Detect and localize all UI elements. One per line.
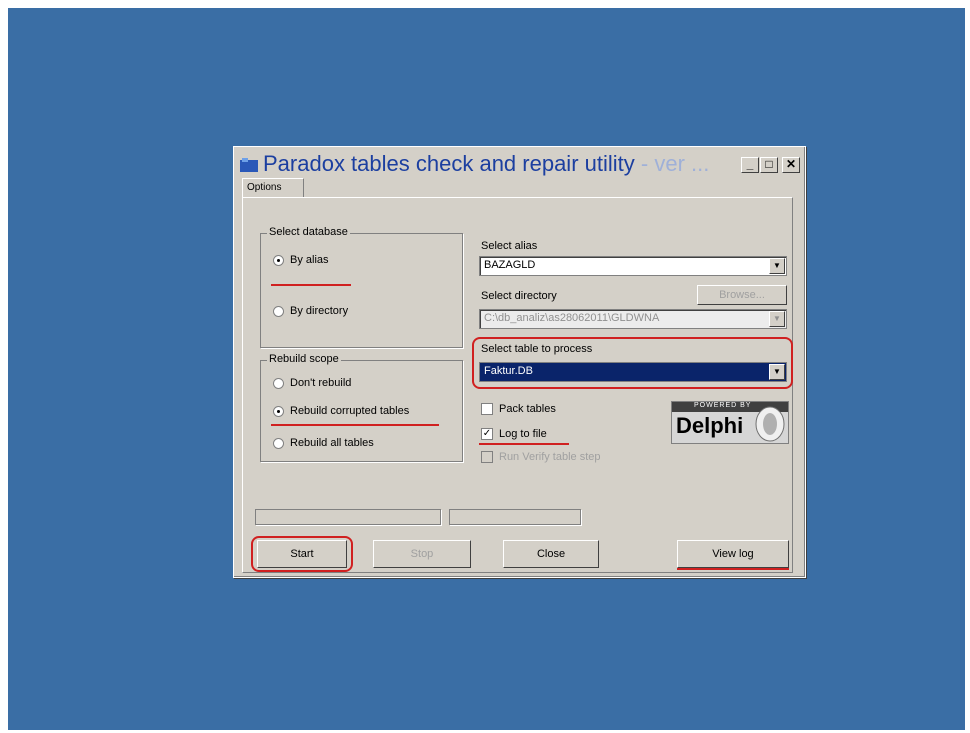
run-verify-label: Run Verify table step bbox=[499, 451, 601, 463]
chevron-down-icon[interactable]: ▼ bbox=[769, 258, 785, 274]
browse-button[interactable]: Browse... bbox=[697, 285, 787, 305]
chevron-down-icon[interactable]: ▼ bbox=[769, 311, 785, 327]
radio-off-icon bbox=[273, 377, 284, 389]
directory-combo[interactable]: C:\db_analiz\as28062011\GLDWNA ▼ bbox=[479, 309, 787, 329]
pack-tables-label: Pack tables bbox=[499, 403, 556, 415]
view-log-button[interactable]: View log bbox=[677, 540, 789, 568]
rebuild-scope-group: Rebuild scope Don't rebuild Rebuild corr… bbox=[260, 353, 463, 462]
tab-options[interactable]: Options bbox=[242, 178, 304, 198]
minimize-button[interactable]: _ bbox=[741, 157, 759, 173]
annotation-underline-alias bbox=[271, 284, 351, 286]
log-to-file-checkbox[interactable]: ✓ Log to file bbox=[481, 428, 547, 440]
close-button[interactable]: Close bbox=[503, 540, 599, 568]
title-bar: Paradox tables check and repair utility … bbox=[237, 150, 802, 180]
pack-tables-checkbox[interactable]: Pack tables bbox=[481, 403, 556, 415]
alias-combo[interactable]: BAZAGLD ▼ bbox=[479, 256, 787, 276]
select-directory-label: Select directory bbox=[481, 290, 557, 302]
app-window: Paradox tables check and repair utility … bbox=[233, 146, 806, 578]
options-panel: Select database By alias By directory Re… bbox=[242, 197, 793, 573]
rebuild-all-radio[interactable]: Rebuild all tables bbox=[273, 437, 374, 449]
by-alias-label: By alias bbox=[290, 254, 329, 266]
rebuild-all-label: Rebuild all tables bbox=[290, 437, 374, 449]
select-database-group: Select database By alias By directory bbox=[260, 226, 463, 348]
select-database-legend: Select database bbox=[267, 226, 350, 238]
alias-value: BAZAGLD bbox=[484, 259, 536, 271]
rebuild-corrupted-label: Rebuild corrupted tables bbox=[290, 405, 410, 417]
annotation-box-start bbox=[251, 536, 353, 572]
check-icon: ✓ bbox=[481, 428, 493, 440]
progress-bar-1 bbox=[255, 509, 441, 525]
progress-bar-2 bbox=[449, 509, 581, 525]
checkbox-icon bbox=[481, 451, 493, 463]
app-icon bbox=[240, 158, 258, 172]
radio-off-icon bbox=[273, 305, 284, 317]
checkbox-icon bbox=[481, 403, 493, 415]
by-directory-radio[interactable]: By directory bbox=[273, 305, 348, 317]
annotation-underline-viewlog bbox=[677, 568, 789, 570]
maximize-button[interactable]: □ bbox=[760, 157, 778, 173]
by-alias-radio[interactable]: By alias bbox=[273, 254, 329, 266]
annotation-underline-rebuild bbox=[271, 424, 439, 426]
delphi-logo: POWERED BY Delphi bbox=[671, 401, 789, 444]
select-alias-label: Select alias bbox=[481, 240, 538, 252]
rebuild-corrupted-radio[interactable]: Rebuild corrupted tables bbox=[273, 405, 409, 417]
stop-button[interactable]: Stop bbox=[373, 540, 471, 568]
radio-off-icon bbox=[273, 437, 284, 449]
radio-on-icon bbox=[273, 254, 284, 266]
directory-value: C:\db_analiz\as28062011\GLDWNA bbox=[484, 312, 660, 324]
annotation-box-table bbox=[472, 337, 793, 389]
log-to-file-label: Log to file bbox=[499, 428, 547, 440]
dont-rebuild-label: Don't rebuild bbox=[290, 377, 352, 389]
window-title: Paradox tables check and repair utility … bbox=[263, 151, 710, 176]
delphi-text: Delphi bbox=[676, 413, 744, 438]
rebuild-scope-legend: Rebuild scope bbox=[267, 353, 341, 365]
powered-by-text: POWERED BY bbox=[694, 402, 752, 409]
radio-on-icon bbox=[273, 405, 284, 417]
by-directory-label: By directory bbox=[290, 305, 349, 317]
dont-rebuild-radio[interactable]: Don't rebuild bbox=[273, 377, 351, 389]
close-window-button[interactable]: ✕ bbox=[782, 157, 800, 173]
run-verify-checkbox[interactable]: Run Verify table step bbox=[481, 451, 601, 463]
annotation-underline-log bbox=[479, 443, 569, 445]
